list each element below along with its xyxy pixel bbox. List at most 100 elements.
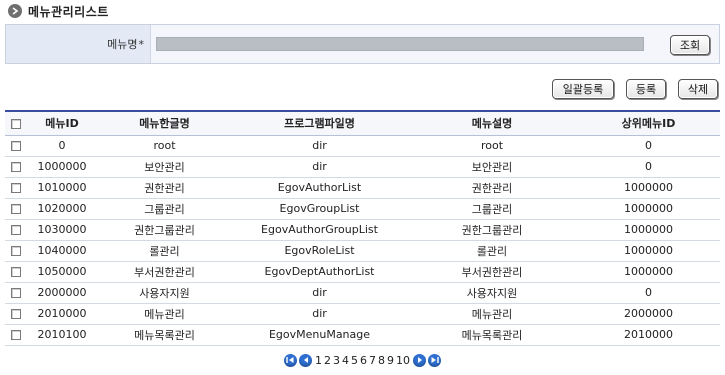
page-link[interactable]: 5 (350, 354, 359, 367)
table-cell: 권한관리 (97, 177, 232, 199)
last-page-icon[interactable] (428, 353, 441, 367)
table-row[interactable]: 2010100 메뉴목록관리 EgovMenuManage 메뉴목록관리 2010000 (5, 324, 720, 346)
select-all-checkbox[interactable] (11, 118, 21, 129)
bulk-register-button[interactable]: 일괄등록 (552, 79, 614, 99)
menu-name-input[interactable] (156, 37, 644, 51)
table-cell: 1050000 (27, 261, 97, 283)
search-label-cell: 메뉴명 * (6, 25, 151, 63)
table-cell: 0 (27, 135, 97, 157)
table-header-row: 메뉴ID 메뉴한글명 프로그램파일명 메뉴설명 상위메뉴ID (5, 110, 720, 136)
first-page-icon[interactable] (284, 353, 297, 367)
table-cell: 롤관리 (407, 240, 577, 262)
row-checkbox[interactable] (11, 309, 21, 319)
table-cell: 메뉴목록관리 (97, 324, 232, 346)
table-cell: 메뉴목록관리 (407, 324, 577, 346)
table-row[interactable]: 0 root dir root 0 (5, 135, 720, 157)
search-button[interactable]: 조회 (670, 35, 710, 55)
row-select-cell (5, 219, 27, 241)
table-cell: 권한그룹관리 (97, 219, 232, 241)
page-link[interactable]: 7 (368, 354, 377, 367)
table-row[interactable]: 1040000 롤관리 EgovRoleList 롤관리 1000000 (5, 240, 720, 262)
table-cell: 1000000 (27, 156, 97, 178)
row-checkbox[interactable] (11, 246, 21, 256)
row-checkbox[interactable] (11, 267, 21, 277)
table-cell: 메뉴관리 (97, 303, 232, 325)
page-link[interactable]: 1 (314, 354, 323, 367)
row-checkbox[interactable] (11, 225, 21, 235)
page-link[interactable]: 4 (341, 354, 350, 367)
table-row[interactable]: 1000000 보안관리 dir 보안관리 0 (5, 156, 720, 178)
pagination: 1 2 3 4 5 6 7 8 9 10 (0, 352, 725, 368)
row-select-cell (5, 135, 27, 157)
table-row[interactable]: 1020000 그룹관리 EgovGroupList 그룹관리 1000000 (5, 198, 720, 220)
chevron-right-icon (8, 4, 22, 18)
page-link[interactable]: 9 (386, 354, 395, 367)
page-link[interactable]: 6 (359, 354, 368, 367)
column-header: 메뉴ID (27, 110, 97, 136)
table-cell: 보안관리 (97, 156, 232, 178)
table-cell: 1000000 (577, 219, 720, 241)
table-row[interactable]: 1050000 부서권한관리 EgovDeptAuthorList 부서권한관리 100… (5, 261, 720, 283)
table-cell: 그룹관리 (407, 198, 577, 220)
delete-button[interactable]: 삭제 (678, 79, 718, 99)
table-cell: 1000000 (577, 177, 720, 199)
table-cell: 0 (577, 282, 720, 304)
table-cell: 2010000 (27, 303, 97, 325)
table-cell: EgovAuthorGroupList (232, 219, 407, 241)
table-cell: dir (232, 303, 407, 325)
table-cell: 1040000 (27, 240, 97, 262)
table-cell: EgovMenuManage (232, 324, 407, 346)
table-cell: EgovDeptAuthorList (232, 261, 407, 283)
table-cell: 1020000 (27, 198, 97, 220)
table-cell: 보안관리 (407, 156, 577, 178)
table-cell: dir (232, 135, 407, 157)
menu-name-label: 메뉴명 (107, 38, 138, 51)
row-checkbox[interactable] (11, 162, 21, 172)
table-cell: 사용자지원 (97, 282, 232, 304)
table-cell: 사용자지원 (407, 282, 577, 304)
table-cell: EgovGroupList (232, 198, 407, 220)
table-cell: root (97, 135, 232, 157)
column-header: 메뉴설명 (407, 110, 577, 136)
table-cell: 1000000 (577, 261, 720, 283)
page-link[interactable]: 10 (395, 354, 411, 367)
table-cell: 2010100 (27, 324, 97, 346)
table-row[interactable]: 1010000 권한관리 EgovAuthorList 권한관리 1000000 (5, 177, 720, 199)
page-link[interactable]: 3 (332, 354, 341, 367)
menu-table: 메뉴ID 메뉴한글명 프로그램파일명 메뉴설명 상위메뉴ID 0 root dir r… (5, 110, 720, 346)
table-cell: 그룹관리 (97, 198, 232, 220)
row-checkbox[interactable] (11, 141, 21, 151)
row-checkbox[interactable] (11, 330, 21, 340)
row-select-cell (5, 240, 27, 262)
table-cell: 권한그룹관리 (407, 219, 577, 241)
table-row[interactable]: 2010000 메뉴관리 dir 메뉴관리 2000000 (5, 303, 720, 325)
table-cell: 부서권한관리 (97, 261, 232, 283)
row-select-cell (5, 156, 27, 178)
table-row[interactable]: 1030000 권한그룹관리 EgovAuthorGroupList 권한그룹관리 10… (5, 219, 720, 241)
table-cell: 1000000 (577, 240, 720, 262)
table-cell: 1000000 (577, 198, 720, 220)
table-cell: 부서권한관리 (407, 261, 577, 283)
page-header: 메뉴관리리스트 (8, 2, 109, 20)
table-cell: dir (232, 156, 407, 178)
table-row[interactable]: 2000000 사용자지원 dir 사용자지원 0 (5, 282, 720, 304)
row-checkbox[interactable] (11, 288, 21, 298)
row-select-cell (5, 261, 27, 283)
prev-page-icon[interactable] (299, 353, 312, 367)
table-cell: 롤관리 (97, 240, 232, 262)
page-link[interactable]: 8 (377, 354, 386, 367)
table-cell: 1010000 (27, 177, 97, 199)
table-cell: EgovAuthorList (232, 177, 407, 199)
table-cell: 권한관리 (407, 177, 577, 199)
register-button[interactable]: 등록 (626, 79, 666, 99)
column-header: 프로그램파일명 (232, 110, 407, 136)
table-cell: 0 (577, 156, 720, 178)
row-checkbox[interactable] (11, 183, 21, 193)
next-page-icon[interactable] (413, 353, 426, 367)
row-checkbox[interactable] (11, 204, 21, 214)
search-panel: 메뉴명 * 조회 (5, 24, 720, 64)
row-select-cell (5, 198, 27, 220)
page-link[interactable]: 2 (323, 354, 332, 367)
row-select-cell (5, 282, 27, 304)
row-select-cell (5, 324, 27, 346)
